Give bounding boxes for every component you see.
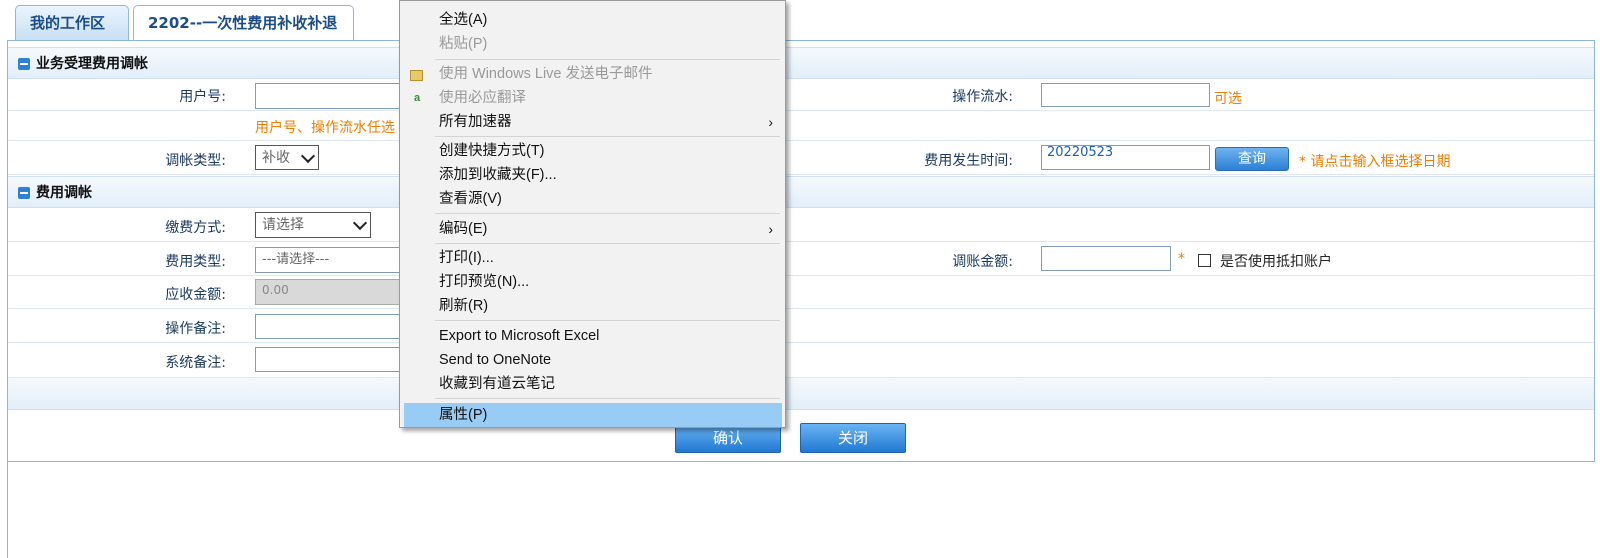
menu-label: 全选(A) [439,12,488,28]
sys-note-input[interactable] [255,347,405,372]
menu-item-select-all[interactable]: 全选(A) [400,8,785,32]
adjust-type-label: 调帐类型: [165,153,226,169]
menu-separator [435,243,780,244]
chevron-right-icon: › [768,221,773,237]
tab-my-workspace[interactable]: 我的工作区 [15,5,129,40]
deduct-checkbox[interactable] [1198,254,1211,267]
deduct-label: 是否使用抵扣账户 [1220,254,1332,270]
menu-item-print[interactable]: 打印(I)... [400,246,785,270]
op-note-label: 操作备注: [165,321,226,337]
menu-label: 添加到收藏夹(F)... [439,167,557,183]
form-row-pay-method [8,209,1594,242]
menu-label: 打印预览(N)... [439,274,530,290]
pay-method-value: 请选择 [262,217,304,233]
tab-label: 2202--一次性费用补收补退 [148,14,338,32]
tab-bar: 我的工作区 2202--一次性费用补收补退× [0,0,1600,66]
menu-item-paste: 粘贴(P) [400,32,785,56]
pay-method-select[interactable]: 请选择 [255,212,371,238]
form-row-sys-note [8,343,1594,378]
menu-label: 收藏到有道云笔记 [439,376,555,392]
footer-band [8,378,1594,410]
user-no-input[interactable] [255,83,405,109]
chevron-down-icon [300,148,316,164]
adjust-type-value: 补收 [262,150,290,166]
serial-hint: 可选 [1214,91,1242,107]
menu-label: 创建快捷方式(T) [439,143,545,159]
collapse-icon[interactable] [18,58,30,70]
menu-separator [435,136,780,137]
menu-item-properties[interactable]: 属性(P) [404,403,782,427]
op-note-input[interactable] [255,314,405,339]
menu-item-accelerators[interactable]: 所有加速器 › [400,110,785,134]
menu-item-windows-live-mail: 使用 Windows Live 发送电子邮件 [400,62,785,86]
menu-item-encoding[interactable]: 编码(E) › [400,217,785,241]
section-title: 费用调帐 [36,185,92,201]
menu-separator [435,59,780,60]
receivable-label: 应收金额: [165,287,226,303]
menu-separator [435,398,780,399]
menu-separator [435,213,780,214]
adjust-amount-label: 调账金额: [952,254,1013,270]
menu-item-bing-translate: a 使用必应翻译 [400,86,785,110]
menu-label: Export to Microsoft Excel [439,328,600,344]
menu-label: 属性(P) [439,407,488,423]
menu-label: 刷新(R) [439,298,489,314]
fee-time-label: 费用发生时间: [924,153,1013,169]
user-no-label: 用户号: [179,89,226,105]
form-row-op-note [8,309,1594,343]
fee-type-select[interactable]: ---请选择--- [255,247,405,273]
context-menu: 全选(A) 粘贴(P) 使用 Windows Live 发送电子邮件 a 使用必… [399,0,786,428]
menu-item-send-onenote[interactable]: Send to OneNote [400,348,785,372]
menu-separator [435,320,780,321]
tab-fee-adjust[interactable]: 2202--一次性费用补收补退× [133,5,354,66]
tab-label: 我的工作区 [30,14,106,32]
adjust-amount-input[interactable] [1041,246,1171,271]
section-header-fee: 费用调帐 [8,176,1594,208]
menu-label: 使用 Windows Live 发送电子邮件 [439,66,653,82]
close-button[interactable]: 关闭 [800,423,906,453]
form-row-hint [8,111,1594,141]
menu-label: Send to OneNote [439,352,552,368]
menu-item-refresh[interactable]: 刷新(R) [400,294,785,318]
menu-item-youdao-note[interactable]: 收藏到有道云笔记 [400,372,785,396]
menu-label: 所有加速器 [439,114,512,130]
form-row-user [8,80,1594,111]
menu-item-view-source[interactable]: 查看源(V) [400,187,785,211]
menu-label: 编码(E) [439,221,488,237]
query-button[interactable]: 查询 [1215,147,1289,171]
receivable-input: 0.00 [255,279,405,305]
form-row-fee-type [8,242,1594,276]
date-hint: * 请点击输入框选择日期 [1299,154,1451,170]
menu-label: 使用必应翻译 [439,90,526,106]
menu-label: 查看源(V) [439,191,502,207]
collapse-icon[interactable] [18,187,30,199]
adjust-type-select[interactable]: 补收 [255,145,319,170]
menu-item-print-preview[interactable]: 打印预览(N)... [400,270,785,294]
chevron-down-icon [352,215,368,231]
menu-item-add-favorites[interactable]: 添加到收藏夹(F)... [400,163,785,187]
pay-method-label: 缴费方式: [165,220,226,236]
sys-note-label: 系统备注: [165,355,226,371]
fee-type-label: 费用类型: [165,254,226,270]
input-hint: 用户号、操作流水任选 [255,120,395,136]
fee-time-input[interactable]: 20220523 [1041,145,1210,170]
chevron-right-icon: › [768,114,773,130]
menu-label: 打印(I)... [439,250,494,266]
mail-icon [410,70,423,81]
menu-item-create-shortcut[interactable]: 创建快捷方式(T) [400,139,785,163]
required-mark: * [1178,251,1185,267]
section-title: 业务受理费用调帐 [36,56,148,72]
menu-item-export-excel[interactable]: Export to Microsoft Excel [400,324,785,348]
serial-input[interactable] [1041,83,1210,107]
form-row-receivable [8,276,1594,309]
translate-icon: a [413,92,421,104]
menu-label: 粘贴(P) [439,36,488,52]
section-header-business: 业务受理费用调帐 [8,47,1594,79]
frame-lower [7,462,1595,558]
serial-label: 操作流水: [952,89,1013,105]
